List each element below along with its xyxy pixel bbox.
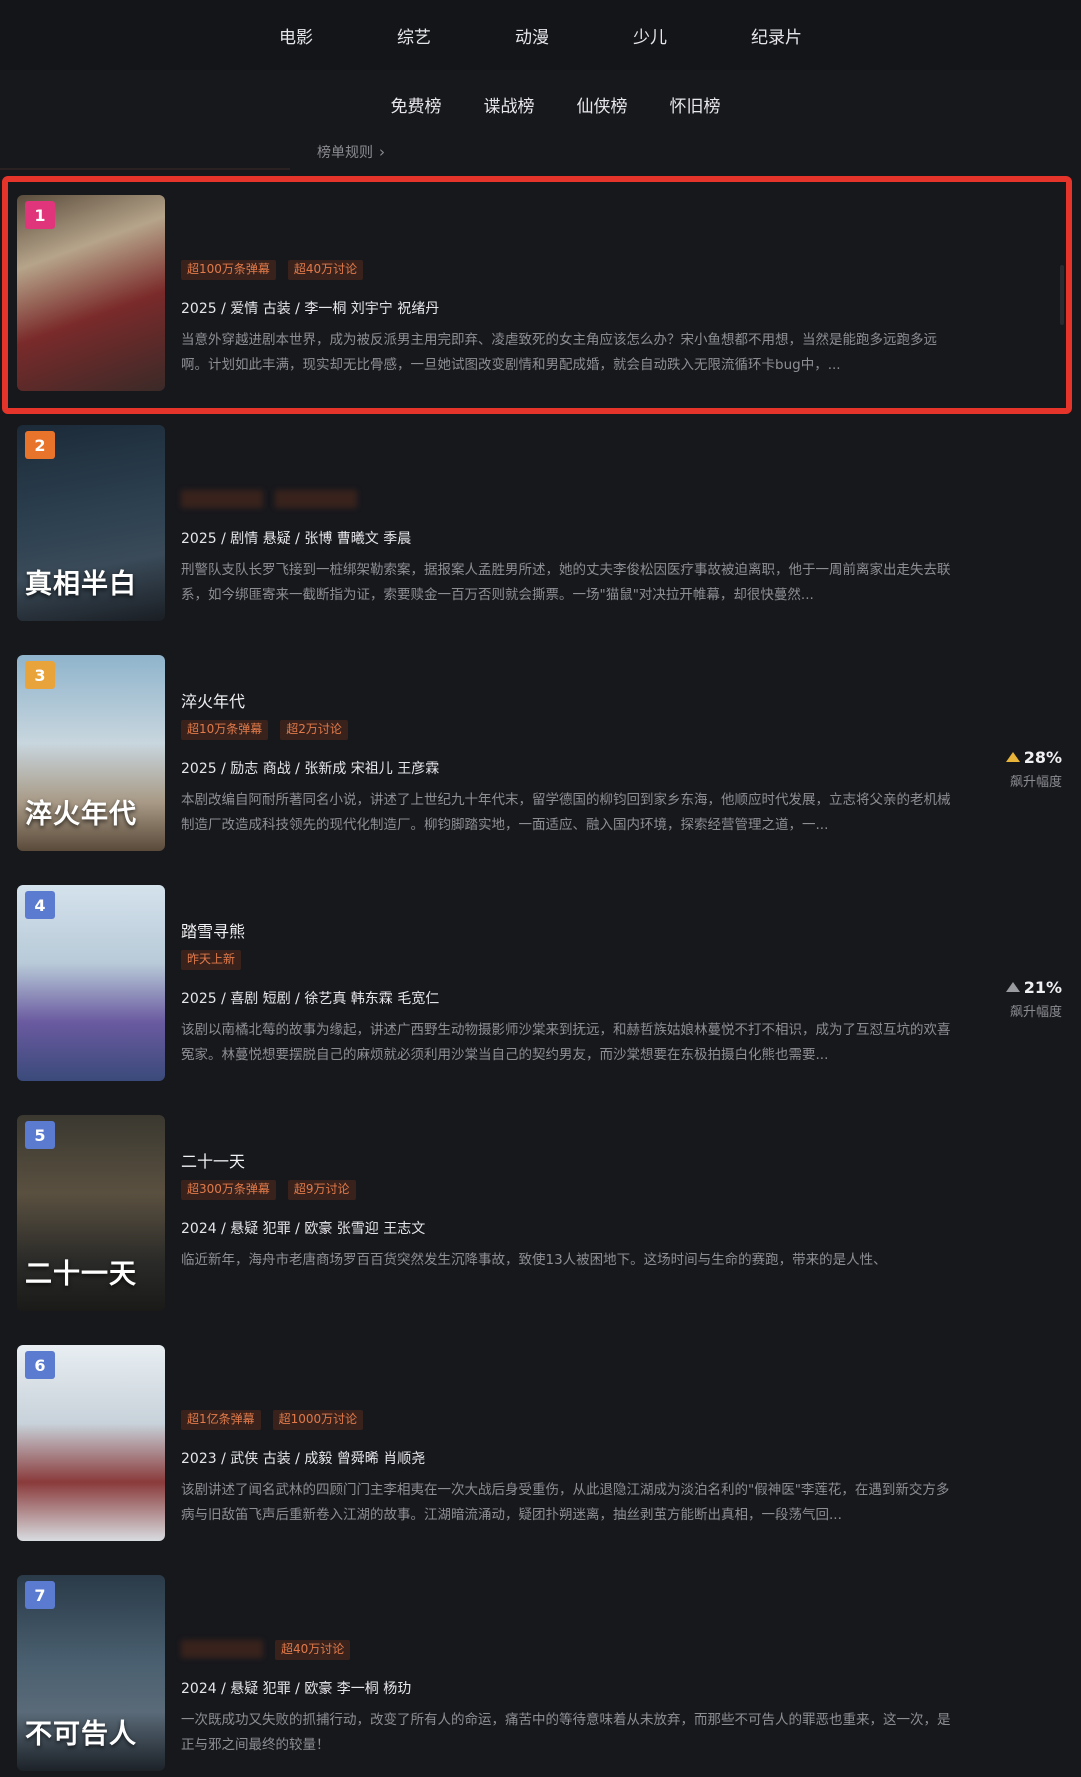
item-title[interactable] [181,228,961,250]
list-item[interactable]: 5 二十一天 二十一天 超300万条弹幕 超9万讨论 2024 / 悬疑 犯罪 / 欧豪 … [0,1110,1081,1311]
item-info: 超100万条弹幕 超40万讨论 2025 / 爱情 古装 / 李一桐 刘宇宁 祝绪丹… [181,204,961,378]
chart-rules-link[interactable]: 榜单规则 › [317,142,385,162]
tab-kids[interactable]: 少儿 [595,23,667,48]
item-meta: 2025 / 爱情 古装 / 李一桐 刘宇宁 祝绪丹 [181,301,440,317]
list-item[interactable]: 6 超1亿条弹幕 超1000万讨论 2023 / 武侠 古装 / 成毅 曾舜晞 肖顺尧… [0,1340,1081,1541]
item-description: 该剧讲述了闻名武林的四顾门门主李相夷在一次大战后身受重伤，从此退隐江湖成为淡泊名… [181,1482,950,1523]
rank-badge: 6 [25,1351,55,1379]
tag-badge: 超10万条弹幕 [181,720,269,740]
rank-badge: 2 [25,431,55,459]
trend-percent: 28% [1023,748,1062,767]
poster-title: 不可告人 [25,1719,137,1750]
trend-percent: 21% [1023,978,1062,997]
tag-badge: 超40万讨论 [287,260,364,280]
poster-image[interactable]: 6 [17,1345,165,1541]
tab-free-chart[interactable]: 免费榜 [391,92,442,117]
item-title[interactable] [181,1608,961,1630]
tag-badge [275,490,357,508]
tab-movie[interactable]: 电影 [279,23,313,48]
top-category-tabs: 电影 综艺 动漫 少儿 纪录片 [0,0,1081,70]
trend-up-icon [1005,752,1020,762]
item-info: 超1亿条弹幕 超1000万讨论 2023 / 武侠 古装 / 成毅 曾舜晞 肖顺尧该… [181,1354,961,1528]
poster-image[interactable]: 7 不可告人 [17,1575,165,1771]
item-title[interactable]: 二十一天 [181,1148,961,1171]
trend-indicator: 28% 飙升幅度 [1000,748,1062,790]
poster-image[interactable]: 2 真相半白 [17,425,165,621]
poster-title: 淬火年代 [25,799,137,830]
tab-variety[interactable]: 综艺 [359,23,431,48]
item-description: 该剧以南橘北莓的故事为缘起，讲述广西野生动物摄影师沙棠来到抚远，和赫哲族姑娘林蔓… [181,1022,951,1063]
trend-label: 飙升幅度 [1009,775,1062,790]
trend-up-icon [1005,982,1020,992]
item-info: 二十一天超300万条弹幕 超9万讨论 2024 / 悬疑 犯罪 / 欧豪 张雪迎 王… [181,1124,961,1298]
chevron-right-icon: › [379,143,385,161]
tag-badge [181,1640,263,1658]
tag-group: 超40万讨论 [181,1640,961,1660]
tag-badge: 超2万讨论 [280,720,348,740]
poster-image[interactable]: 1 [17,195,165,391]
tab-documentary[interactable]: 纪录片 [713,23,802,48]
list-item[interactable]: 1 超100万条弹幕 超40万讨论 2025 / 爱情 古装 / 李一桐 刘宇宁 祝绪… [0,190,1081,391]
item-meta: 2024 / 悬疑 犯罪 / 欧豪 李一桐 杨玏 [181,1681,412,1697]
item-description: 本剧改编自阿耐所著同名小说，讲述了上世纪九十年代末，留学德国的柳钧回到家乡东海，… [181,792,951,833]
item-description: 一次既成功又失败的抓捕行动，改变了所有人的命运，痛苦中的等待意味着从未放弃，而那… [181,1712,951,1753]
list-item[interactable]: 7 不可告人 超40万讨论 2024 / 悬疑 犯罪 / 欧豪 李一桐 杨玏一次既成功… [0,1570,1081,1771]
tab-anime[interactable]: 动漫 [477,23,549,48]
tag-badge: 超40万讨论 [275,1640,351,1660]
rank-badge: 5 [25,1121,55,1149]
chart-rules-label: 榜单规则 [317,145,373,161]
tag-group: 昨天上新 [181,950,961,970]
poster-title: 真相半白 [25,569,137,600]
poster-image[interactable]: 4 [17,885,165,1081]
tag-badge: 超1000万讨论 [272,1410,364,1430]
ranking-page: 电影 综艺 动漫 少儿 纪录片 免费榜 谍战榜 仙侠榜 怀旧榜 榜单规则 › 1… [0,0,1081,1777]
trend-indicator: 21% 飙升幅度 [1000,978,1062,1020]
item-title[interactable] [181,1378,961,1400]
tag-badge: 昨天上新 [181,950,242,970]
rank-badge: 1 [25,201,55,229]
tag-group: 超300万条弹幕 超9万讨论 [181,1180,961,1200]
poster-image[interactable]: 3 淬火年代 [17,655,165,851]
list-item[interactable]: 4 踏雪寻熊昨天上新 2025 / 喜剧 短剧 / 徐艺真 韩东霖 毛宽仁该剧以南橘… [0,880,1081,1081]
tab-xianxia-chart[interactable]: 仙侠榜 [577,92,628,117]
sub-category-tabs: 免费榜 谍战榜 仙侠榜 怀旧榜 [0,84,1081,124]
item-description: 临近新年，海舟市老唐商场罗百百货突然发生沉降事故，致使13人被困地下。这场时间与… [181,1252,887,1268]
rank-badge: 3 [25,661,55,689]
tag-group: 超100万条弹幕 超40万讨论 [181,260,961,280]
poster-title: 二十一天 [25,1259,137,1290]
item-description: 当意外穿越进剧本世界，成为被反派男主用完即弃、凌虐致死的女主角应该怎么办？宋小鱼… [181,332,937,373]
tab-spy-chart[interactable]: 谍战榜 [484,92,535,117]
item-meta: 2024 / 悬疑 犯罪 / 欧豪 张雪迎 王志文 [181,1221,426,1237]
tag-group [181,490,961,510]
scrollbar[interactable] [1060,265,1064,325]
tag-group: 超10万条弹幕 超2万讨论 [181,720,961,740]
item-meta: 2023 / 武侠 古装 / 成毅 曾舜晞 肖顺尧 [181,1451,426,1467]
item-info: 淬火年代超10万条弹幕 超2万讨论 2025 / 励志 商战 / 张新成 宋祖儿 王… [181,664,961,838]
trend-label: 飙升幅度 [1009,1005,1062,1020]
tag-badge: 超100万条弹幕 [181,260,276,280]
poster-image[interactable]: 5 二十一天 [17,1115,165,1311]
tag-group: 超1亿条弹幕 超1000万讨论 [181,1410,961,1430]
tag-badge [181,490,263,508]
tag-badge: 超1亿条弹幕 [181,1410,261,1430]
tag-badge: 超300万条弹幕 [181,1180,276,1200]
item-meta: 2025 / 喜剧 短剧 / 徐艺真 韩东霖 毛宽仁 [181,991,440,1007]
tag-badge: 超9万讨论 [287,1180,356,1200]
list-item[interactable]: 2 真相半白 2025 / 剧情 悬疑 / 张博 曹曦文 季晨刑警队支队长罗飞接到一… [0,420,1081,621]
item-meta: 2025 / 励志 商战 / 张新成 宋祖儿 王彦霖 [181,761,440,777]
item-title[interactable] [181,458,961,480]
item-meta: 2025 / 剧情 悬疑 / 张博 曹曦文 季晨 [181,531,412,547]
item-title[interactable]: 踏雪寻熊 [181,918,961,941]
item-info: 2025 / 剧情 悬疑 / 张博 曹曦文 季晨刑警队支队长罗飞接到一桩绑架勒索… [181,434,961,608]
item-info: 超40万讨论 2024 / 悬疑 犯罪 / 欧豪 李一桐 杨玏一次既成功又失败的抓… [181,1584,961,1758]
item-title[interactable]: 淬火年代 [181,688,961,711]
item-description: 刑警队支队长罗飞接到一桩绑架勒索案，据报案人孟胜男所述，她的丈夫李俊松因医疗事故… [181,562,951,603]
item-info: 踏雪寻熊昨天上新 2025 / 喜剧 短剧 / 徐艺真 韩东霖 毛宽仁该剧以南橘北… [181,894,961,1068]
rank-badge: 4 [25,891,55,919]
rank-badge: 7 [25,1581,55,1609]
tab-nostalgia-chart[interactable]: 怀旧榜 [670,92,721,117]
list-item[interactable]: 3 淬火年代 淬火年代 超10万条弹幕 超2万讨论 2025 / 励志 商战 / 张新成 … [0,650,1081,851]
divider [0,168,290,170]
